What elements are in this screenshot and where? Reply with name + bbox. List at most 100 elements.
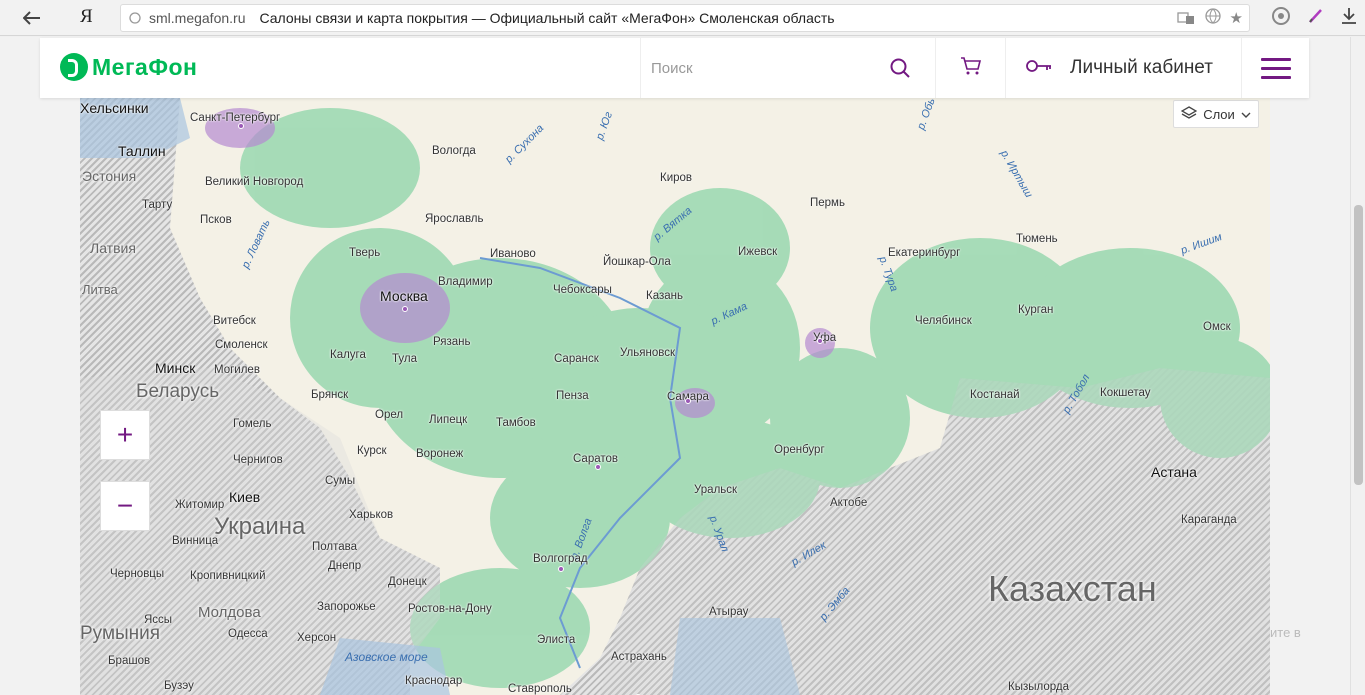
city-label: Иваново	[490, 248, 536, 260]
country-label: Украина	[214, 513, 306, 540]
city-marker[interactable]	[402, 306, 408, 312]
layers-button[interactable]: Слои	[1173, 100, 1259, 128]
city-label: Пермь	[810, 197, 845, 209]
cart-icon	[960, 56, 982, 81]
account-label: Личный кабинет	[1070, 57, 1213, 78]
city-label: Чебоксары	[553, 284, 612, 296]
city-label: Элиста	[537, 634, 576, 646]
country-label: Молдова	[198, 604, 261, 621]
city-label: Санкт-Петербург	[190, 112, 281, 124]
city-label: Гомель	[233, 418, 272, 430]
city-label: Астана	[1151, 464, 1197, 480]
search-input[interactable]	[641, 59, 871, 77]
browser-toolbar: Я sml.megafon.ru Салоны связи и карта по…	[0, 0, 1365, 36]
megafon-logo[interactable]: МегаФон	[60, 53, 197, 81]
city-label: Запорожье	[317, 601, 376, 613]
city-label: Москва	[380, 288, 428, 304]
city-label: Краснодар	[405, 675, 463, 687]
pen-icon[interactable]	[1307, 7, 1325, 30]
city-label: Полтава	[312, 541, 358, 553]
city-label: Кызылорда	[1008, 681, 1069, 693]
city-label: Ставрополь	[508, 683, 572, 695]
search-icon[interactable]	[890, 58, 910, 78]
zoom-out-button[interactable]: −	[100, 481, 150, 531]
globe-icon[interactable]	[1204, 7, 1222, 29]
city-label: Ижевск	[738, 246, 778, 258]
city-label: Липецк	[429, 414, 468, 426]
city-label: Уральск	[694, 484, 738, 496]
city-label: Могилев	[214, 364, 260, 376]
yandex-logo[interactable]: Я	[80, 6, 98, 28]
page-scrollbar[interactable]	[1350, 37, 1365, 695]
layers-icon	[1180, 105, 1198, 123]
address-bar[interactable]: sml.megafon.ru Салоны связи и карта покр…	[120, 4, 1250, 32]
city-label: Чернигов	[233, 454, 283, 466]
city-label: Житомир	[175, 499, 225, 511]
logo-mark-icon	[60, 53, 88, 81]
coverage-map[interactable]: Слои + − Эстония Латвия Беларусь Украина…	[80, 98, 1270, 695]
protect-icon[interactable]	[1176, 7, 1196, 29]
zoom-in-button[interactable]: +	[100, 410, 150, 460]
city-label: Оренбург	[774, 444, 825, 456]
city-label: Донецк	[388, 576, 427, 588]
country-label: Эстония	[82, 168, 137, 184]
city-label: Харьков	[349, 509, 394, 521]
city-label: Екатеринбург	[888, 247, 961, 259]
city-label: Смоленск	[215, 339, 268, 351]
city-label: Кропивницкий	[190, 570, 266, 582]
alice-icon[interactable]	[1271, 6, 1291, 31]
city-label: Тюмень	[1016, 233, 1058, 245]
city-label: Пенза	[556, 390, 589, 402]
city-label: Кокшетау	[1100, 387, 1151, 399]
city-label: Калуга	[330, 349, 366, 361]
city-label: Омск	[1203, 321, 1231, 333]
city-label: Орел	[375, 409, 404, 421]
country-label: Казахстан	[988, 568, 1157, 609]
city-label: Сумы	[325, 475, 356, 487]
city-label: Челябинск	[915, 315, 972, 327]
city-label: Ясcы	[144, 614, 173, 626]
city-label: Тверь	[349, 247, 381, 259]
city-label: Одесса	[228, 628, 268, 640]
city-label: Рязань	[433, 336, 471, 348]
city-marker[interactable]	[817, 338, 823, 344]
back-arrow-icon[interactable]	[14, 0, 50, 36]
city-label: Актобе	[830, 497, 868, 509]
key-icon	[1026, 59, 1052, 78]
browser-extensions	[1271, 5, 1357, 31]
map-hint-text: ите в	[1270, 625, 1301, 640]
city-label: Тамбов	[496, 417, 536, 429]
layers-label: Слои	[1203, 106, 1235, 122]
city-label: Черновцы	[110, 568, 165, 580]
download-icon[interactable]	[1341, 7, 1357, 30]
address-domain: sml.megafon.ru	[149, 10, 246, 26]
city-label: Псков	[200, 214, 232, 226]
city-marker[interactable]	[238, 123, 244, 129]
city-marker[interactable]	[558, 566, 564, 572]
city-label: Владимир	[438, 276, 493, 288]
cart-button[interactable]	[935, 38, 1005, 98]
page-icon	[121, 5, 149, 31]
city-label: Минск	[155, 360, 196, 376]
scrollbar-thumb[interactable]	[1354, 205, 1363, 485]
city-label: Саратов	[573, 453, 619, 465]
account-button[interactable]: Личный кабинет	[1005, 38, 1240, 98]
city-marker[interactable]	[595, 464, 601, 470]
hamburger-menu-icon[interactable]	[1241, 38, 1309, 98]
bookmark-star-icon[interactable]: ★	[1230, 9, 1243, 27]
city-marker[interactable]	[685, 398, 691, 404]
sea-label: Азовское море	[345, 650, 428, 664]
city-label: Великий Новгород	[205, 176, 304, 188]
search-box	[640, 38, 934, 98]
city-label: Брянск	[311, 389, 349, 401]
city-label: Курск	[357, 445, 387, 457]
city-label: Воронеж	[416, 448, 464, 460]
country-label: Беларусь	[136, 381, 220, 402]
city-label: Костанай	[970, 389, 1020, 401]
city-label: Астрахань	[611, 651, 667, 663]
city-label: Йошкар-Ола	[603, 256, 671, 268]
country-label: Румыния	[80, 623, 161, 644]
city-label: Бузэу	[164, 680, 194, 692]
city-label: Ростов-на-Дону	[408, 603, 492, 615]
address-actions: ★	[1176, 7, 1243, 29]
